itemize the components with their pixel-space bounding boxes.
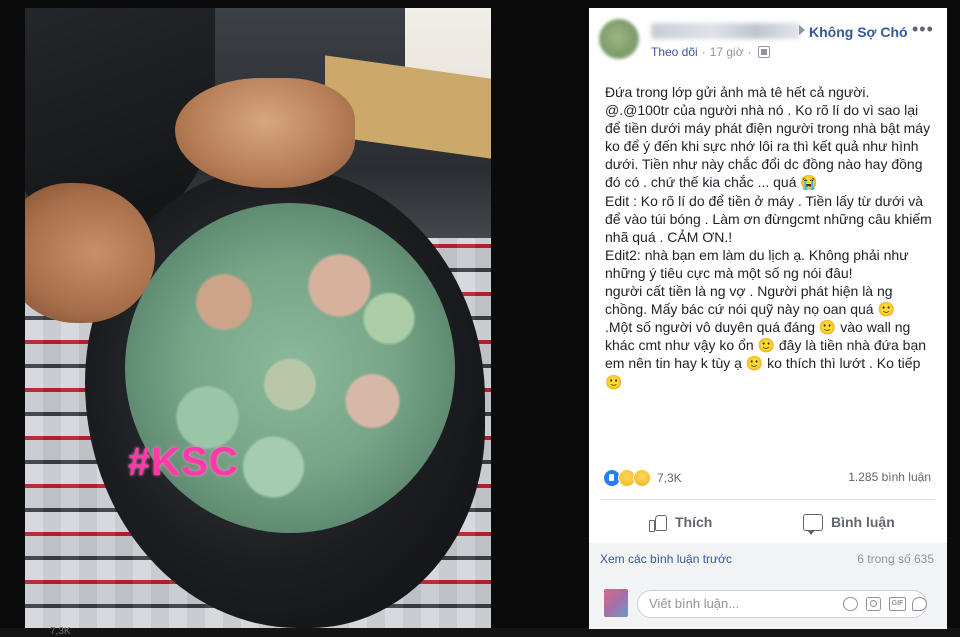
view-previous-comments-link[interactable]: Xem các bình luận trước [600, 552, 732, 566]
thumb-up-icon [649, 513, 667, 532]
comments-area: Xem các bình luận trước 6 trong số 635 G… [589, 543, 947, 629]
emoji-icon[interactable] [843, 597, 858, 611]
post-text-line: .Một số người vô duyên quá đáng 🙂 vào wa… [605, 319, 911, 336]
post-header: Không Sợ Chó ••• Theo dõi · 17 giờ · [589, 8, 947, 68]
comment-label: Bình luận [831, 514, 895, 530]
more-options-button[interactable]: ••• [912, 19, 934, 40]
like-label: Thích [675, 514, 713, 530]
post-text-line: 🙂 [605, 373, 623, 390]
comment-button[interactable]: Bình luận [803, 505, 895, 539]
arrow-right-icon [799, 25, 805, 35]
bottom-strip-text: 7,3K [50, 626, 71, 637]
post-text-line: @.@100tr của người nhà nó . Ko rõ lí do … [605, 102, 919, 119]
post-time[interactable]: 17 giờ [710, 45, 744, 59]
comment-count[interactable]: 1.285 bình luận [848, 470, 931, 484]
follow-link[interactable]: Theo dõi [651, 45, 698, 59]
post-photo[interactable]: #KSC [25, 8, 491, 628]
comment-box[interactable]: GIF [637, 590, 927, 618]
post-text-line: khác cmt như vậy ko ổn 🙂 đây là tiền nhà… [605, 337, 927, 354]
sticker-icon[interactable] [912, 597, 927, 611]
post-text-line: những ý tiêu cực mà một số ng nói đâu! [605, 264, 853, 281]
post-text-line: đó có . chứ thế kia chắc ... quá 😭 [605, 174, 818, 191]
post-text-line: chồng. Mấy bác cứ nói quỹ này nọ oan quá… [605, 301, 895, 318]
bottom-strip: 7,3K [0, 626, 960, 637]
comment-bubble-icon [803, 513, 823, 535]
post-meta: Theo dõi · 17 giờ · [651, 45, 770, 59]
post-text-line: người cất tiền là ng vợ . Người phát hiệ… [605, 283, 893, 300]
current-user-avatar[interactable] [604, 589, 628, 617]
reaction-summary[interactable]: 7,3K [603, 468, 682, 488]
post-panel: Không Sợ Chó ••• Theo dõi · 17 giờ · Đứa… [589, 8, 947, 629]
meta-separator-2: · [747, 45, 752, 59]
like-button[interactable]: Thích [649, 505, 712, 539]
poster-name-blurred[interactable] [651, 23, 801, 39]
photo-watermark: #KSC [128, 440, 239, 484]
haha-icon [633, 469, 651, 487]
post-body: Đứa trong lớp gửi ảnh mà tê hết cả người… [605, 83, 935, 391]
group-name-link[interactable]: Không Sợ Chó [809, 24, 908, 40]
gif-icon[interactable]: GIF [889, 597, 906, 611]
divider-top [601, 499, 935, 500]
post-actions: Thích Bình luận [589, 505, 947, 539]
comment-page-count: 6 trong số 635 [857, 552, 934, 566]
reaction-count: 7,3K [657, 471, 682, 485]
post-text-line: Edit2: nhà bạn em làm du lịch ạ. Không p… [605, 246, 909, 263]
comment-input[interactable] [649, 596, 829, 611]
post-text-line: nhã quá . CẢM ƠN.! [605, 228, 733, 245]
post-text-line: Đứa trong lớp gửi ảnh mà tê hết cả người… [605, 84, 870, 100]
post-text-line: ko để ý đến khi sực nhớ lôi ra thì kết q… [605, 138, 919, 155]
post-text-line: để tiền dưới máy phát điện người trong n… [605, 120, 931, 137]
post-text-line: Edit : Ko rõ lí do để tiền ở máy . Tiền … [605, 192, 924, 209]
globe-icon [757, 46, 770, 58]
post-text-line: em nên tin hay k tùy ạ 🙂 ko thích thì lư… [605, 355, 921, 372]
camera-icon[interactable] [866, 597, 881, 611]
post-text-line: dưới. Tiền như này chắc đổi dc đồng nào … [605, 156, 923, 173]
poster-avatar[interactable] [599, 19, 639, 59]
meta-separator: · [701, 45, 706, 59]
post-text-line: để vào túi bóng . Làm ơn đừngcmt những c… [605, 210, 932, 227]
